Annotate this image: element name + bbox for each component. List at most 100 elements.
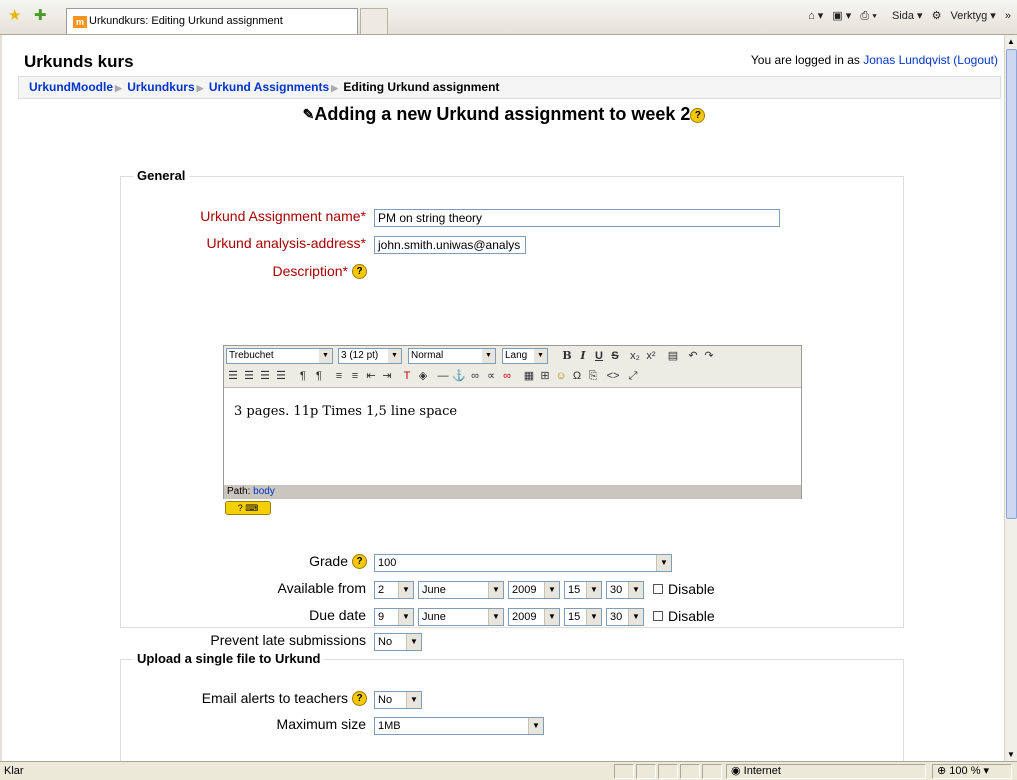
- description-help-icon[interactable]: ?: [352, 264, 367, 279]
- editor-help-keyboard-button[interactable]: ? ⌨: [225, 501, 271, 515]
- checkbox-box[interactable]: [653, 611, 663, 621]
- unlink-icon[interactable]: ∝: [484, 368, 498, 384]
- due-hour-select[interactable]: 15 ▼: [564, 608, 602, 626]
- justify-icon[interactable]: ☰: [274, 368, 288, 384]
- grade-select[interactable]: 100 ▼: [374, 554, 672, 572]
- underline-icon[interactable]: U: [592, 348, 606, 364]
- bold-icon[interactable]: B: [560, 348, 574, 364]
- breadcrumb-assignments[interactable]: Urkund Assignments: [209, 80, 329, 94]
- print-icon[interactable]: ⎙ ▾: [860, 10, 876, 22]
- link-icon[interactable]: ∞: [468, 368, 482, 384]
- path-body-link[interactable]: body: [253, 486, 275, 497]
- strikethrough-icon[interactable]: S: [608, 348, 622, 364]
- chevron-right-icon[interactable]: »: [1005, 10, 1011, 22]
- tools-menu-label: Verktyg: [950, 10, 988, 22]
- ordered-list-icon[interactable]: ≡: [332, 368, 346, 384]
- available-disable-label: Disable: [668, 581, 715, 597]
- max-size-select[interactable]: 1MB ▼: [374, 717, 544, 735]
- outdent-icon[interactable]: ⇤: [364, 368, 378, 384]
- chevron-down-icon: ▼: [628, 582, 643, 598]
- available-day-select[interactable]: 2 ▼: [374, 581, 414, 599]
- logout-link[interactable]: (Logout): [953, 53, 998, 67]
- search-replace-icon[interactable]: ⎘: [586, 368, 600, 384]
- vertical-scrollbar[interactable]: ▲ ▼: [1004, 35, 1017, 761]
- rtl-icon[interactable]: ¶: [312, 368, 326, 384]
- prevent-late-select[interactable]: No ▼: [374, 633, 422, 651]
- size-select-value: 3 (12 pt): [341, 350, 379, 361]
- text-color-icon[interactable]: T: [400, 368, 414, 384]
- available-minute-select[interactable]: 30 ▼: [606, 581, 644, 599]
- home-icon[interactable]: ⌂ ▾: [808, 10, 823, 22]
- assignment-name-input[interactable]: PM on string theory: [374, 209, 780, 227]
- scroll-down-icon[interactable]: ▼: [1007, 750, 1015, 759]
- due-disable-checkbox[interactable]: Disable: [653, 608, 715, 624]
- analysis-address-input[interactable]: john.smith.uniwas@analys: [374, 236, 526, 254]
- tools-menu[interactable]: ⚙ Verktyg ▾: [932, 10, 996, 22]
- horizontal-rule-icon[interactable]: —: [436, 368, 450, 384]
- align-left-icon[interactable]: ☰: [226, 368, 240, 384]
- scroll-up-icon[interactable]: ▲: [1007, 37, 1015, 46]
- due-hour-value: 15: [568, 611, 581, 623]
- nolink-icon[interactable]: ∞: [500, 368, 514, 384]
- font-select[interactable]: Trebuchet ▼: [226, 348, 333, 364]
- superscript-icon[interactable]: x²: [644, 348, 658, 364]
- available-hour-select[interactable]: 15 ▼: [564, 581, 602, 599]
- chevron-down-icon: ▼: [534, 349, 547, 363]
- italic-icon[interactable]: I: [576, 348, 590, 364]
- smiley-icon[interactable]: ☺: [554, 368, 568, 384]
- scrollbar-thumb[interactable]: [1006, 49, 1017, 519]
- site-title: Urkunds kurs: [24, 52, 134, 71]
- special-char-icon[interactable]: Ω: [570, 368, 584, 384]
- html-source-icon[interactable]: <>: [606, 368, 620, 384]
- due-month-select[interactable]: June ▼: [418, 608, 504, 626]
- image-icon[interactable]: ▦: [522, 368, 536, 384]
- indent-icon[interactable]: ⇥: [380, 368, 394, 384]
- size-select[interactable]: 3 (12 pt) ▼: [338, 348, 402, 364]
- tab-title: Urkundkurs: Editing Urkund assignment: [89, 15, 283, 27]
- email-alerts-value: No: [378, 694, 393, 706]
- new-tab-button[interactable]: [360, 8, 388, 34]
- editor-content[interactable]: 3 pages. 11p Times 1,5 line space: [224, 388, 801, 484]
- favorites-star-icon[interactable]: ★: [8, 6, 21, 24]
- due-day-select[interactable]: 9 ▼: [374, 608, 414, 626]
- anchor-icon[interactable]: ⚓: [452, 368, 466, 384]
- align-right-icon[interactable]: ☰: [258, 368, 272, 384]
- zoom-control[interactable]: ⊕ 100 % ▾: [932, 764, 1012, 779]
- table-icon[interactable]: ⊞: [538, 368, 552, 384]
- user-profile-link[interactable]: Jonas Lundqvist: [863, 53, 950, 67]
- due-minute-select[interactable]: 30 ▼: [606, 608, 644, 626]
- unordered-list-icon[interactable]: ≡: [348, 368, 362, 384]
- available-disable-checkbox[interactable]: Disable: [653, 581, 715, 597]
- background-color-icon[interactable]: ◈: [416, 368, 430, 384]
- lang-select[interactable]: Lang ▼: [502, 348, 548, 364]
- undo-icon[interactable]: ↶: [686, 348, 700, 364]
- browser-tab[interactable]: m Urkundkurs: Editing Urkund assignment: [66, 8, 358, 34]
- available-year-select[interactable]: 2009 ▼: [508, 581, 560, 599]
- page-menu[interactable]: Sida ▾: [886, 10, 923, 22]
- feeds-icon[interactable]: ▣ ▾: [832, 10, 851, 22]
- due-year-select[interactable]: 2009 ▼: [508, 608, 560, 626]
- breadcrumb-home[interactable]: UrkundMoodle: [29, 80, 113, 94]
- chevron-down-icon: ▼: [544, 609, 559, 625]
- fullscreen-icon[interactable]: ⤢: [626, 368, 640, 384]
- subscript-icon[interactable]: x₂: [628, 348, 642, 364]
- help-icon[interactable]: ?: [690, 107, 706, 123]
- format-select[interactable]: Normal ▼: [408, 348, 496, 364]
- ltr-icon[interactable]: ¶: [296, 368, 310, 384]
- email-alerts-help-icon[interactable]: ?: [352, 691, 367, 706]
- chevron-down-icon: ▼: [398, 582, 413, 598]
- security-zone[interactable]: ◉ Internet: [726, 764, 926, 779]
- status-cell: [658, 764, 678, 779]
- add-favorites-icon[interactable]: ✚: [34, 6, 47, 24]
- available-month-select[interactable]: June ▼: [418, 581, 504, 599]
- due-minute-value: 30: [610, 611, 623, 623]
- paste-word-icon[interactable]: ▤: [666, 348, 680, 364]
- status-cell: [636, 764, 656, 779]
- checkbox-box[interactable]: [653, 584, 663, 594]
- breadcrumb-separator-icon: ▶: [115, 83, 122, 93]
- breadcrumb-course[interactable]: Urkundkurs: [127, 80, 194, 94]
- redo-icon[interactable]: ↷: [702, 348, 716, 364]
- align-center-icon[interactable]: ☰: [242, 368, 256, 384]
- grade-help-icon[interactable]: ?: [352, 554, 367, 569]
- email-alerts-select[interactable]: No ▼: [374, 691, 422, 709]
